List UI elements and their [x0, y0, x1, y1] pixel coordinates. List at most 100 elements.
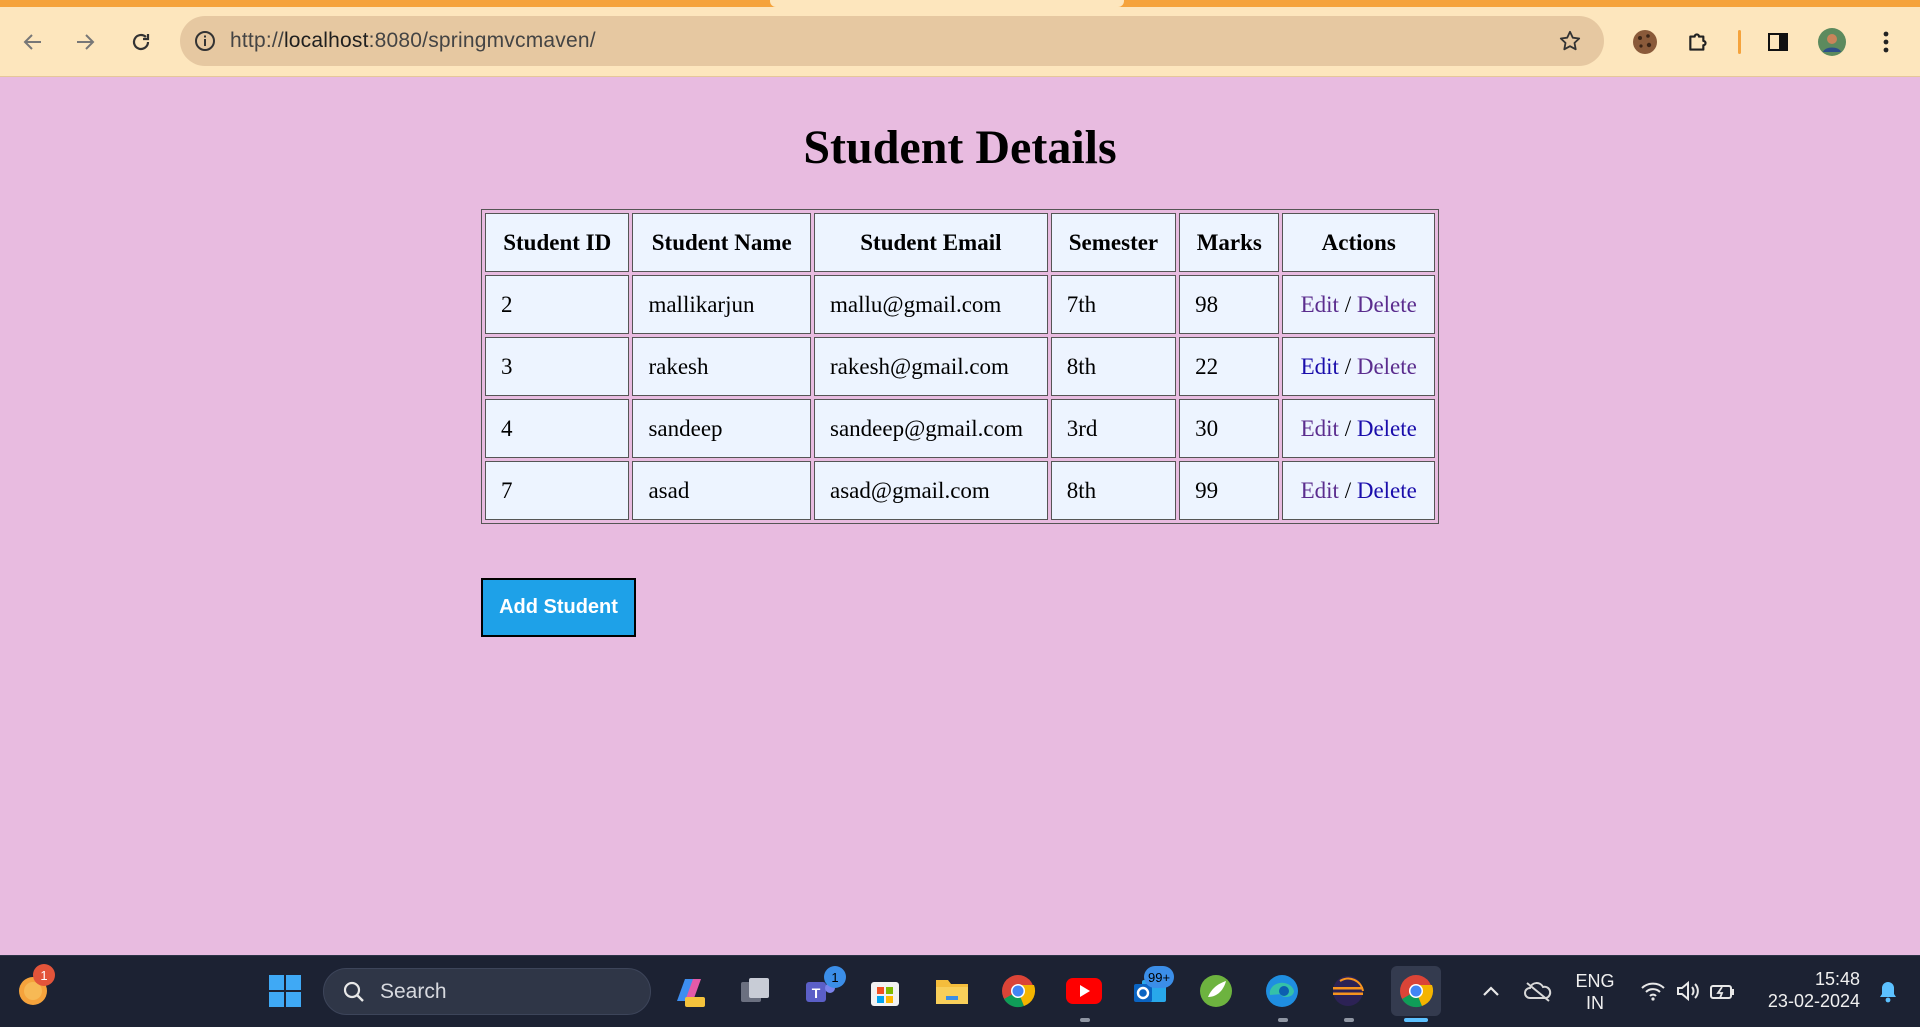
cell-student-id: 7: [485, 461, 630, 520]
action-separator: /: [1344, 477, 1352, 503]
header-student-name: Student Name: [632, 213, 812, 272]
cell-student-name: sandeep: [632, 399, 812, 458]
cell-student-name: rakesh: [632, 337, 812, 396]
header-semester: Semester: [1050, 213, 1177, 272]
action-separator: /: [1344, 291, 1352, 317]
delete-link[interactable]: Delete: [1357, 416, 1417, 441]
cell-student-email: mallu@gmail.com: [814, 275, 1048, 334]
header-student-id: Student ID: [485, 213, 630, 272]
header-marks: Marks: [1179, 213, 1280, 272]
url-text[interactable]: http://localhost:8080/springmvcmaven/: [230, 29, 596, 53]
arrow-left-icon: [23, 34, 41, 50]
edit-link[interactable]: Edit: [1301, 478, 1339, 503]
svg-text:T: T: [812, 985, 821, 1001]
table-header-row: Student ID Student Name Student Email Se…: [485, 213, 1435, 272]
arrow-right-icon: [77, 34, 95, 50]
cell-marks: 98: [1179, 275, 1280, 334]
cell-semester: 8th: [1050, 337, 1177, 396]
table-row: 3 rakesh rakesh@gmail.com 8th 22 Edit / …: [485, 337, 1435, 396]
file-explorer-icon[interactable]: [929, 968, 975, 1014]
search-placeholder: Search: [380, 979, 447, 1003]
cell-actions: Edit / Delete: [1282, 461, 1435, 520]
windows-taskbar: 1 Search T 1 99+ ENG IN 15:48 23-02-2024: [0, 955, 1920, 1027]
cell-student-email: sandeep@gmail.com: [814, 399, 1048, 458]
more-vertical-icon: [1883, 31, 1889, 53]
running-indicator: [1344, 1018, 1354, 1022]
active-tab[interactable]: [770, 0, 1124, 7]
delete-link[interactable]: Delete: [1357, 354, 1417, 379]
running-indicator: [1080, 1018, 1090, 1022]
active-indicator: [1404, 1018, 1428, 1022]
chrome-icon[interactable]: [995, 968, 1041, 1014]
action-separator: /: [1344, 415, 1352, 441]
url-host: localhost: [283, 29, 369, 52]
cell-student-id: 2: [485, 275, 630, 334]
edge-icon[interactable]: [1259, 968, 1305, 1014]
youtube-icon[interactable]: [1061, 968, 1107, 1014]
clock-date: 23-02-2024: [1767, 991, 1860, 1011]
cell-semester: 7th: [1050, 275, 1177, 334]
notification-badge: 1: [33, 964, 55, 986]
header-student-email: Student Email: [814, 213, 1048, 272]
reload-icon: [132, 33, 150, 51]
address-bar[interactable]: http://localhost:8080/springmvcmaven/: [180, 16, 1604, 66]
browser-toolbar: http://localhost:8080/springmvcmaven/: [0, 0, 1920, 77]
eclipse-icon[interactable]: [1325, 968, 1371, 1014]
outlook-badge: 99+: [1144, 966, 1175, 988]
table-row: 7 asad asad@gmail.com 8th 99 Edit / Dele…: [485, 461, 1435, 520]
toolbar-separator: [1738, 30, 1741, 54]
student-table: Student ID Student Name Student Email Se…: [481, 209, 1439, 524]
bookmark-star-icon[interactable]: [1558, 29, 1582, 53]
cell-actions: Edit / Delete: [1282, 275, 1435, 334]
taskbar-search[interactable]: Search: [323, 968, 651, 1015]
header-actions: Actions: [1282, 213, 1435, 272]
search-icon: [343, 981, 364, 1002]
clock[interactable]: 15:48 23-02-2024: [1756, 968, 1860, 1012]
extensions-puzzle-icon[interactable]: [1679, 22, 1719, 62]
browser-menu-button[interactable]: [1866, 22, 1906, 62]
action-separator: /: [1344, 353, 1352, 379]
add-student-button[interactable]: Add Student: [481, 578, 636, 637]
forward-button[interactable]: [65, 22, 105, 62]
windows-start-icon[interactable]: [262, 968, 308, 1014]
running-indicator: [1278, 1018, 1288, 1022]
teams-badge: 1: [824, 966, 846, 988]
cell-student-id: 4: [485, 399, 630, 458]
profile-avatar[interactable]: [1812, 22, 1852, 62]
chevron-up-icon[interactable]: [1468, 968, 1514, 1014]
site-info-icon[interactable]: [180, 16, 230, 66]
cookie-extension-icon[interactable]: [1625, 22, 1665, 62]
language-indicator[interactable]: ENG IN: [1570, 970, 1620, 1014]
table-row: 2 mallikarjun mallu@gmail.com 7th 98 Edi…: [485, 275, 1435, 334]
delete-link[interactable]: Delete: [1357, 292, 1417, 317]
edit-link[interactable]: Edit: [1301, 354, 1339, 379]
url-path: :8080/springmvcmaven/: [368, 29, 596, 52]
edit-link[interactable]: Edit: [1301, 292, 1339, 317]
cell-student-email: asad@gmail.com: [814, 461, 1048, 520]
cell-semester: 3rd: [1050, 399, 1177, 458]
notification-bell-icon[interactable]: [1865, 968, 1911, 1014]
edit-link[interactable]: Edit: [1301, 416, 1339, 441]
delete-link[interactable]: Delete: [1357, 478, 1417, 503]
onedrive-offline-icon[interactable]: [1515, 968, 1561, 1014]
cell-actions: Edit / Delete: [1282, 337, 1435, 396]
copilot-icon[interactable]: [666, 968, 712, 1014]
clock-time: 15:48: [1814, 969, 1860, 989]
microsoft-store-icon[interactable]: [862, 968, 908, 1014]
cell-student-email: rakesh@gmail.com: [814, 337, 1048, 396]
cell-student-name: asad: [632, 461, 812, 520]
reload-button[interactable]: [121, 22, 161, 62]
cell-student-name: mallikarjun: [632, 275, 812, 334]
cell-student-id: 3: [485, 337, 630, 396]
side-panel-icon[interactable]: [1758, 22, 1798, 62]
spring-tools-icon[interactable]: [1193, 968, 1239, 1014]
task-view-icon[interactable]: [732, 968, 778, 1014]
cell-marks: 30: [1179, 399, 1280, 458]
cell-semester: 8th: [1050, 461, 1177, 520]
back-button[interactable]: [13, 22, 53, 62]
battery-icon[interactable]: [1700, 968, 1746, 1014]
language-code: ENG: [1575, 971, 1615, 991]
cell-marks: 22: [1179, 337, 1280, 396]
chrome-active-icon[interactable]: [1391, 966, 1441, 1016]
cell-marks: 99: [1179, 461, 1280, 520]
